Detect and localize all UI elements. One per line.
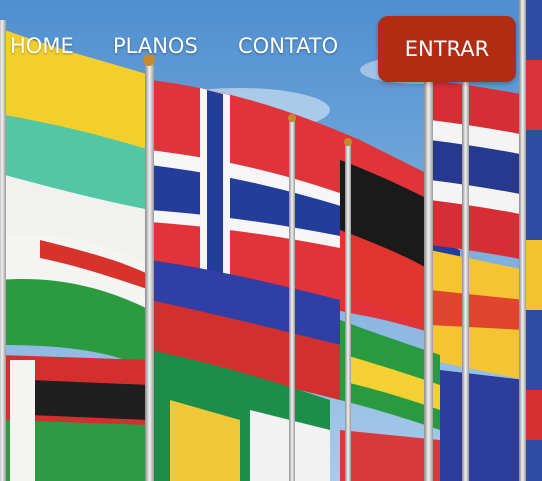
login-button[interactable]: ENTRAR bbox=[378, 16, 516, 82]
nav-link-contato[interactable]: CONTATO bbox=[238, 34, 338, 58]
nav-link-home[interactable]: HOME bbox=[10, 34, 74, 58]
nav-link-planos[interactable]: PLANOS bbox=[113, 34, 198, 58]
main-navigation: HOME PLANOS CONTATO ENTRAR bbox=[0, 0, 542, 100]
